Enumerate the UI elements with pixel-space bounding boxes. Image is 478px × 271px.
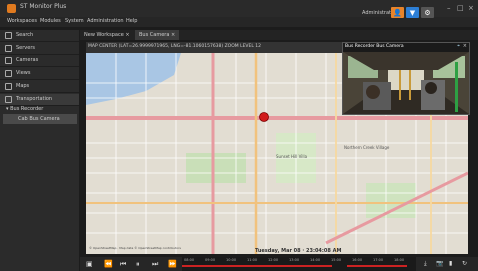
menu-bar: Workspaces Modules System Administration… [0,17,478,27]
map-header: MAP CENTER (LAT=26.9999971965, LNG=-81.1… [88,44,262,49]
sidebar-item-label: Maps [16,83,30,89]
tab-label: New Workspace [84,32,124,38]
sidebar-item-servers[interactable]: Servers [0,43,79,55]
timeline-tick: 18:00 [394,258,405,262]
pin-icon[interactable]: ⌖ [457,43,460,49]
menu-help[interactable]: Help [126,18,137,24]
user-icon[interactable]: 👤 [391,7,404,18]
tab-new-workspace[interactable]: New Workspace × [80,30,134,40]
step-forward-icon[interactable]: ⏭ [152,260,158,269]
timeline-tick: 16:00 [352,258,363,262]
sidebar-item-label: Transportation [16,96,53,102]
fast-forward-icon[interactable]: ⏩ [168,260,177,268]
tab-label: Bus Camera [139,32,170,38]
menu-modules[interactable]: Modules [40,18,61,24]
step-back-icon[interactable]: ⏮ [120,260,126,269]
sidebar-item-label: Cameras [16,57,39,63]
timeline-tick: 08:00 [184,258,195,262]
search-icon [5,32,12,39]
filter-icon[interactable]: ▼ [406,7,419,18]
tab-close-icon[interactable]: × [125,32,129,38]
video-panel[interactable]: Bus Recorder Bus Camera ⌖ × [342,42,470,115]
timeline-date-overlay: Tuesday, Mar 08 · 23:04:08 AM [255,248,342,254]
tab-bus-camera[interactable]: Bus Camera × [135,30,180,40]
export-icon[interactable]: ⤓ [424,260,427,268]
app-title: ST Monitor Plus [20,3,67,10]
app-logo-icon [7,4,16,13]
bus-location-marker-icon[interactable] [259,112,269,122]
sidebar-item-label: Views [16,70,31,76]
recording-segment [347,265,407,267]
tree-item-label: Bus Recorder [10,106,44,112]
timeline-tick: 12:00 [268,258,279,262]
bus-icon [5,96,12,103]
tab-close-icon[interactable]: × [171,32,175,38]
tree-item-bus-recorder[interactable]: ▾ Bus Recorder [6,106,43,112]
camera-icon [5,57,12,64]
settings-icon[interactable]: ⚙ [421,7,434,18]
map-attribution: © OpenStreetMap · Map data © OpenStreetM… [89,246,181,250]
views-icon [5,70,12,77]
server-icon [5,45,12,52]
close-icon[interactable]: × [463,43,467,49]
sidebar: Search Servers Cameras Views Maps Transp… [0,30,79,271]
park-area [186,153,246,183]
refresh-icon[interactable]: ↻ [462,260,467,267]
timeline-tick: 09:00 [205,258,216,262]
sidebar-item-transportation[interactable]: Transportation [0,94,79,106]
map-place-label: Sunset Hill Villa [276,154,308,159]
recording-segment [182,265,332,267]
bus-camera-feed [343,52,469,114]
sidebar-item-search[interactable]: Search [0,30,79,42]
camera-icon[interactable]: 📷 [436,260,443,267]
sidebar-item-maps[interactable]: Maps [0,81,79,93]
snapshot-icon[interactable]: ▣ [86,260,93,268]
bookmark-icon[interactable]: ▮ [449,260,452,267]
sidebar-item-cameras[interactable]: Cameras [0,55,79,67]
video-title: Bus Recorder Bus Camera [345,44,404,49]
timeline-tick: 13:00 [289,258,300,262]
timeline-tick: 15:00 [331,258,342,262]
timeline-tick: 14:00 [310,258,321,262]
menu-system[interactable]: System [65,18,84,24]
menu-workspaces[interactable]: Workspaces [7,18,37,24]
sidebar-item-views[interactable]: Views [0,68,79,80]
close-icon[interactable]: × [468,4,474,12]
menu-administration[interactable]: Administration [87,18,124,24]
map-icon [5,83,12,90]
minimize-icon[interactable]: – [447,4,451,12]
sidebar-item-label: Search [16,32,34,38]
timeline-tick: 11:00 [247,258,258,262]
tab-bar: New Workspace × Bus Camera × [80,30,478,40]
timeline-tick: 17:00 [373,258,384,262]
rewind-icon[interactable]: ⏪ [104,260,113,268]
timeline-tick: 10:00 [226,258,237,262]
sidebar-item-label: Servers [16,45,36,51]
pause-icon[interactable]: ⏸ [136,260,140,269]
maximize-icon[interactable]: □ [457,4,464,12]
bus-interior-image [343,52,469,114]
timeline[interactable]: 08:00 09:00 10:00 11:00 12:00 13:00 14:0… [182,257,416,271]
map-place-label: Northern Creek Village [344,145,390,150]
tree-item-bus-camera[interactable]: Cab Bus Camera [18,116,60,122]
